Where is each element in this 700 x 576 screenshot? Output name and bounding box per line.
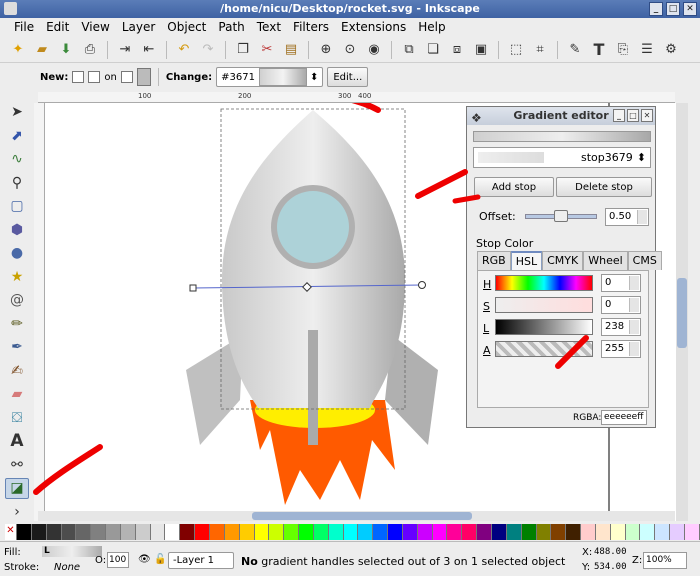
palette-swatch[interactable]	[269, 524, 285, 540]
fill-indicator[interactable]: L	[42, 546, 102, 557]
palette-swatch[interactable]	[581, 524, 596, 540]
zoom-spinbox[interactable]: 100%	[643, 552, 687, 569]
palette-swatch[interactable]	[46, 524, 62, 540]
palette-swatch[interactable]	[447, 524, 463, 540]
palette-swatch[interactable]	[610, 524, 626, 540]
palette-swatch[interactable]	[388, 524, 403, 540]
visibility-icon[interactable]: 👁	[138, 554, 151, 565]
zoom-value: 100%	[646, 555, 672, 565]
palette-swatch[interactable]	[150, 524, 166, 540]
palette-swatch[interactable]	[343, 524, 359, 540]
palette-swatch[interactable]	[521, 524, 537, 540]
palette-swatch[interactable]	[106, 524, 121, 540]
status-message: No gradient handles selected out of 3 on…	[241, 555, 565, 568]
palette-swatch[interactable]	[61, 524, 77, 540]
palette-swatch[interactable]	[492, 524, 507, 540]
status-bar: Fill: L Stroke: None O: 100 👁 🔓 -Layer 1…	[0, 541, 700, 576]
palette-swatch[interactable]	[135, 524, 151, 540]
x-label: X:	[582, 547, 593, 558]
y-label: Y:	[582, 562, 591, 573]
palette-swatch[interactable]	[239, 524, 255, 540]
palette-swatch[interactable]	[655, 524, 671, 540]
annotation-arrows	[33, 169, 589, 495]
palette-swatch[interactable]	[477, 524, 492, 540]
annotation-arrow	[555, 335, 589, 369]
layer-select[interactable]: -Layer 1	[168, 552, 234, 569]
palette-swatch[interactable]	[31, 524, 47, 540]
palette-swatch[interactable]	[684, 524, 700, 540]
palette-swatch[interactable]	[595, 524, 611, 540]
annotation-arrow	[452, 194, 481, 204]
palette-swatch[interactable]	[91, 524, 107, 540]
status-message-bold: No	[241, 555, 258, 568]
palette-swatch[interactable]	[120, 524, 136, 540]
opacity-spinbox[interactable]: 100	[107, 552, 129, 568]
palette-swatch[interactable]	[209, 524, 225, 540]
y-coordinate: 534.00	[594, 562, 627, 572]
palette-swatch[interactable]	[536, 524, 552, 540]
x-coordinate: 488.00	[594, 547, 627, 557]
palette-swatch[interactable]	[328, 524, 344, 540]
palette-swatch[interactable]	[165, 524, 181, 540]
fill-label: Fill:	[4, 547, 21, 558]
palette-swatch[interactable]	[506, 524, 522, 540]
palette-swatch[interactable]	[402, 524, 418, 540]
palette-swatch[interactable]	[462, 524, 478, 540]
annotation-arrow	[415, 169, 468, 199]
palette-swatch[interactable]	[640, 524, 656, 540]
palette-swatch[interactable]	[373, 524, 389, 540]
zoom-label: Z:	[632, 555, 643, 566]
palette-swatch[interactable]	[625, 524, 641, 540]
status-message-text: gradient handles selected out of 3 on 1 …	[257, 555, 566, 568]
palette-swatch[interactable]	[17, 524, 32, 540]
palette-swatch[interactable]	[284, 524, 300, 540]
palette-swatch[interactable]	[417, 524, 433, 540]
palette-swatch[interactable]	[566, 524, 582, 540]
color-palette: ✕	[0, 524, 700, 540]
palette-swatch[interactable]	[254, 524, 270, 540]
palette-swatch[interactable]	[224, 524, 240, 540]
palette-swatch[interactable]	[432, 524, 448, 540]
palette-swatch[interactable]	[180, 524, 196, 540]
lock-icon[interactable]: 🔓	[154, 554, 166, 565]
layer-name: -Layer 1	[173, 555, 215, 566]
palette-swatch[interactable]	[76, 524, 92, 540]
opacity-value: 100	[109, 555, 127, 565]
palette-swatch[interactable]	[313, 524, 329, 540]
fill-value: L	[44, 546, 50, 556]
stroke-value[interactable]: None	[54, 562, 80, 573]
opacity-label: O:	[95, 555, 107, 566]
annotation-arrow	[33, 444, 103, 495]
palette-swatch[interactable]	[358, 524, 374, 540]
stroke-label: Stroke:	[4, 562, 40, 573]
palette-swatch[interactable]	[195, 524, 210, 540]
no-color-swatch[interactable]: ✕	[5, 524, 17, 540]
palette-swatch[interactable]	[299, 524, 314, 540]
palette-swatch[interactable]	[670, 524, 685, 540]
palette-swatch[interactable]	[551, 524, 567, 540]
